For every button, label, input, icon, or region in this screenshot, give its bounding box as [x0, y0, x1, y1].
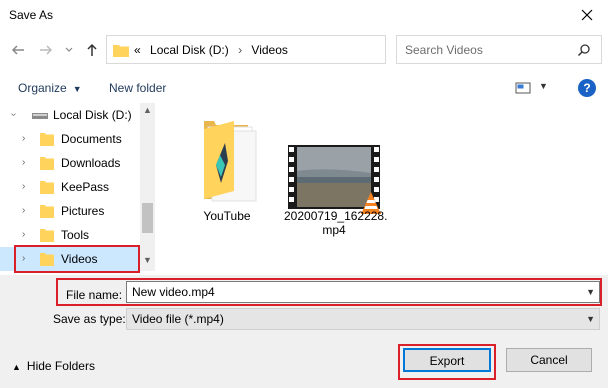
nav-item-label: Documents — [61, 132, 122, 146]
navigation-pane: › Local Disk (D:) › Documents › Download… — [0, 103, 155, 271]
organize-button[interactable]: Organize ▼ — [18, 81, 82, 95]
folder-icon — [40, 133, 54, 146]
hide-folders-button[interactable]: ▲ Hide Folders — [12, 359, 95, 373]
file-name-value[interactable]: New video.mp4 — [132, 285, 215, 299]
nav-item-local-disk[interactable]: › Local Disk (D:) — [0, 103, 140, 127]
back-arrow-icon[interactable] — [10, 42, 26, 58]
folder-icon — [40, 253, 54, 266]
nav-scrollbar[interactable]: ▲ ▼ — [140, 103, 155, 271]
view-dropdown-icon[interactable]: ▼ — [539, 81, 548, 91]
file-item-youtube[interactable]: YouTube — [177, 117, 277, 227]
folder-icon — [113, 45, 129, 57]
chevron-down-icon[interactable]: › — [8, 113, 19, 116]
nav-item-label: Videos — [61, 252, 98, 266]
search-icon[interactable] — [577, 43, 591, 57]
file-name: YouTube — [203, 209, 251, 223]
nav-item-label: KeePass — [61, 180, 110, 194]
nav-item-label: Local Disk (D:) — [53, 108, 132, 122]
chevron-right-icon[interactable]: › — [22, 157, 25, 168]
file-name-field[interactable]: New video.mp4 ▼ — [126, 281, 600, 303]
export-button[interactable]: Export — [403, 348, 491, 372]
window-title: Save As — [9, 8, 54, 22]
breadcrumb-separator[interactable]: › — [238, 43, 242, 57]
organize-label: Organize — [18, 81, 67, 95]
scroll-down-icon[interactable]: ▼ — [143, 255, 152, 265]
help-icon[interactable]: ? — [578, 79, 596, 97]
file-item-video[interactable]: 20200719_162228. mp4 — [284, 117, 388, 237]
forward-arrow-icon[interactable] — [38, 42, 54, 58]
breadcrumb-local-disk[interactable]: Local Disk (D:) — [150, 43, 229, 57]
cancel-button[interactable]: Cancel — [506, 348, 592, 372]
command-toolbar: Organize ▼ New folder ▼ ? — [0, 72, 608, 102]
nav-item-label: Pictures — [61, 204, 105, 218]
close-icon[interactable] — [578, 6, 596, 24]
chevron-right-icon[interactable]: › — [22, 181, 25, 192]
folder-icon — [204, 121, 257, 202]
folder-icon — [40, 229, 54, 242]
scroll-up-icon[interactable]: ▲ — [143, 105, 152, 115]
chevron-right-icon[interactable]: › — [22, 133, 25, 144]
breadcrumb-videos[interactable]: Videos — [251, 43, 287, 57]
hide-folders-label: Hide Folders — [26, 359, 95, 373]
chevron-right-icon[interactable]: › — [22, 205, 25, 216]
search-box[interactable]: Search Videos — [396, 35, 602, 64]
nav-item-tools[interactable]: › Tools — [0, 223, 140, 247]
folder-icon — [40, 181, 54, 194]
new-folder-button[interactable]: New folder — [109, 81, 166, 95]
recent-locations-chevron-icon[interactable] — [64, 42, 74, 58]
save-as-type-label: Save as type: — [53, 312, 126, 326]
nav-item-documents[interactable]: › Documents — [0, 127, 140, 151]
nav-item-keepass[interactable]: › KeePass — [0, 175, 140, 199]
drive-icon — [32, 113, 48, 119]
view-options-icon[interactable] — [515, 81, 531, 95]
file-name-label: File name: — [66, 288, 123, 302]
chevron-right-icon[interactable]: › — [22, 229, 25, 240]
chevron-down-icon[interactable]: ▼ — [586, 287, 595, 297]
chevron-down-icon[interactable]: ▼ — [586, 314, 595, 324]
address-history-chevron[interactable]: « — [134, 43, 141, 57]
scroll-thumb[interactable] — [142, 203, 153, 233]
nav-item-videos[interactable]: › Videos — [0, 247, 140, 271]
save-options-panel: File name: New video.mp4 ▼ Save as type:… — [0, 275, 608, 388]
nav-item-pictures[interactable]: › Pictures — [0, 199, 140, 223]
save-as-type-select[interactable]: Video file (*.mp4) ▼ — [126, 308, 600, 330]
up-arrow-icon[interactable] — [84, 42, 100, 58]
address-bar[interactable]: « Local Disk (D:) › Videos — [106, 35, 477, 64]
caret-down-icon: ▼ — [72, 84, 82, 94]
caret-up-icon: ▲ — [12, 362, 21, 372]
file-name-line-2: mp4 — [322, 223, 346, 237]
file-list: YouTube 20200719_162228. mp4 — [156, 103, 608, 271]
file-name-line-1: 20200719_162228. — [284, 209, 388, 223]
search-placeholder: Search Videos — [405, 43, 483, 57]
nav-item-label: Downloads — [61, 156, 121, 170]
title-bar: Save As — [0, 0, 608, 30]
nav-item-label: Tools — [61, 228, 90, 242]
folder-icon — [40, 157, 54, 170]
save-as-type-value: Video file (*.mp4) — [132, 312, 224, 326]
chevron-right-icon[interactable]: › — [22, 253, 25, 264]
folder-icon — [40, 205, 54, 218]
nav-item-downloads[interactable]: › Downloads — [0, 151, 140, 175]
